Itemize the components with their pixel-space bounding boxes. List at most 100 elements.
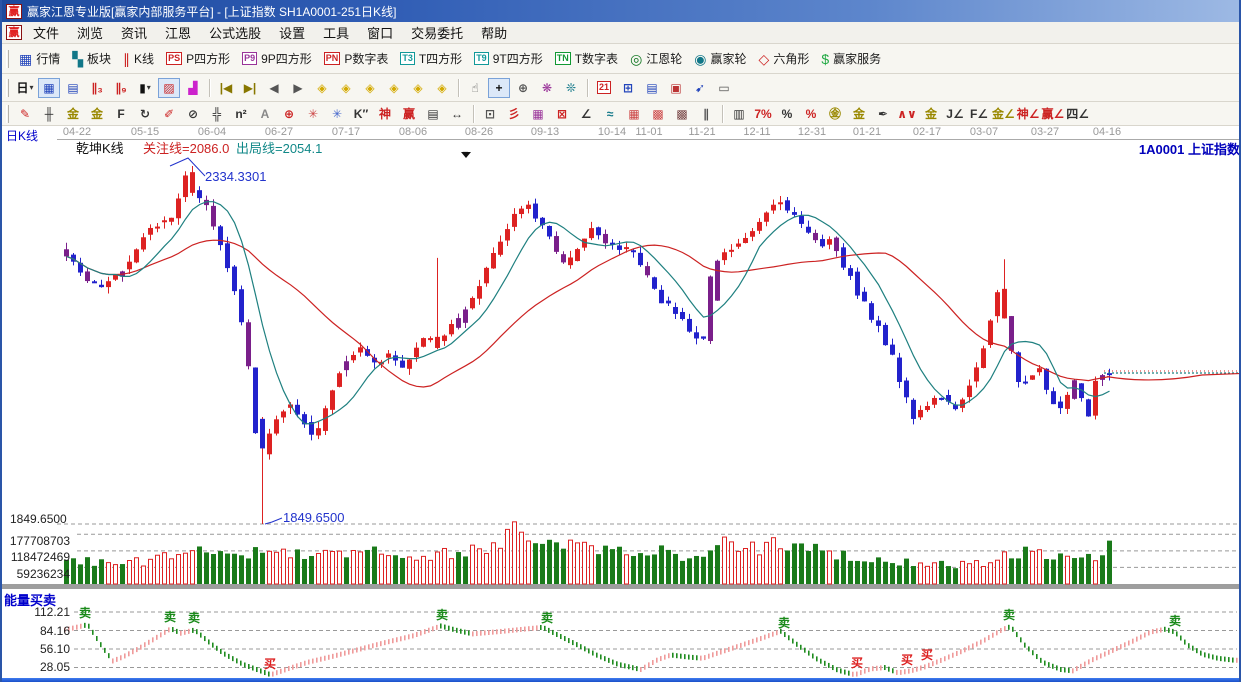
gann-diamond-left-button[interactable]: ◈ [311,78,333,98]
dense-line-tool-button[interactable]: ╬ [206,104,228,124]
gold-under-tool-button[interactable]: 金 [848,104,870,124]
quotes-button[interactable]: ▦ 行情 [13,47,66,71]
menu-formula-picker[interactable]: 公式选股 [200,24,270,43]
print-button[interactable]: ▭ [713,78,735,98]
nav-prev-button[interactable]: ◀ [263,78,285,98]
candle-type-button[interactable]: ▮ ▾ [134,78,156,98]
spiral-tool-button[interactable]: ↻ [134,104,156,124]
nav-next-button[interactable]: ▶ [287,78,309,98]
menu-window-menu[interactable]: 窗口 [358,24,402,43]
gold-line2-tool-button[interactable]: 金 [86,104,108,124]
nav-first-button[interactable]: |◀ [215,78,237,98]
save-button[interactable]: ▣ [665,78,687,98]
four-angle-tool-button[interactable]: 四∠ [1066,104,1089,124]
web-blue-tool-button[interactable]: ✳ [326,104,348,124]
gold-angle-tool-button[interactable]: 金∠ [992,104,1015,124]
av-wave-tool-button[interactable]: ∧∨ [896,104,918,124]
fan-lines-tool-button[interactable]: 彡 [503,104,525,124]
shen-grid-tool-button[interactable]: 神 [374,104,396,124]
ruler-123-tool-button[interactable]: ▤ [422,104,444,124]
f-line-tool-button[interactable]: F [110,104,132,124]
dropdown-arrow-icon[interactable]: ▾ [30,83,34,92]
theme-button[interactable]: ▨ [158,77,180,98]
winner-wheel-button[interactable]: ◉ 赢家轮 [688,47,752,71]
parallel-tool-button[interactable]: ∥ [695,104,717,124]
menu-gann[interactable]: 江恩 [156,24,200,43]
gann-box-tool-button[interactable]: ▦ [527,104,549,124]
gold-mid-tool-button[interactable]: 金 [920,104,942,124]
hand-tool-button[interactable]: ☝ [464,78,486,98]
t-table-button[interactable]: TN T数字表 [549,47,624,71]
menu-file[interactable]: 文件 [24,24,68,43]
calculator-button[interactable]: ⊞ [617,78,639,98]
gann-line-tool-button[interactable]: ╫ [38,104,60,124]
ying-grid-tool-button[interactable]: 赢 [398,104,420,124]
menu-trade[interactable]: 交易委托 [402,24,472,43]
pct-line-tool-button[interactable]: % [800,104,822,124]
width-measure-tool-button[interactable]: ↔ [446,104,468,124]
pen-angle-tool-button[interactable]: ✐ [158,104,180,124]
tick-chart-button[interactable]: ▟ [182,78,204,98]
sectors-button[interactable]: ▚ 板块 [66,47,117,71]
gann-web-teal-button[interactable]: ❊ [560,78,582,98]
report-button[interactable]: ▤ [641,78,663,98]
gann-diamond-right-button[interactable]: ◈ [335,78,357,98]
calendar-button[interactable]: 21 [593,78,615,98]
wave-tool-button[interactable]: ≈ [599,104,621,124]
dropdown-arrow-icon[interactable]: ▾ [147,83,151,92]
box-tool-button[interactable]: ⊡ [479,104,501,124]
box-x-tool-button[interactable]: ⊠ [551,104,573,124]
a-angle-tool-button[interactable]: A [254,104,276,124]
grid-dark-tool-button[interactable]: ▩ [671,104,693,124]
pen-tool-button[interactable]: ✎ [14,104,36,124]
toolbar-grip[interactable] [6,104,9,123]
menu-settings[interactable]: 设置 [270,24,314,43]
f-angle-tool-button[interactable]: F∠ [968,104,990,124]
circle-div-tool-button[interactable]: ⊘ [182,104,204,124]
t-square-button[interactable]: T3 T四方形 [394,47,468,71]
nine-t-square-button[interactable]: T9 9T四方形 [468,47,549,71]
notes-button[interactable]: ▤ [62,78,84,98]
grid-red-tool-button[interactable]: ▦ [623,104,645,124]
shen-angle-tool-button[interactable]: 神∠ [1017,104,1040,124]
chart-dropdown-caret[interactable]: ▼ [461,149,470,159]
gold-line1-tool-button[interactable]: 金 [62,104,84,124]
column-tool-button[interactable]: ▥ [728,104,750,124]
menu-help[interactable]: 帮助 [472,24,516,43]
seven-pct-tool-button[interactable]: 7% [752,104,774,124]
gann-diamond-v-button[interactable]: ◈ [383,78,405,98]
ink-pen-tool-button[interactable]: ✒ [872,104,894,124]
zoom-tool-button[interactable]: ⊕ [512,78,534,98]
title-bar[interactable]: 赢 赢家江恩专业版[赢家内部服务平台] - [上证指数 SH1A0001-251… [2,0,1239,22]
chart-canvas[interactable] [2,126,1241,678]
k-marks-tool-button[interactable]: K″ [350,104,372,124]
gann-diamond-cross-button[interactable]: ◈ [431,78,453,98]
menu-news[interactable]: 资讯 [112,24,156,43]
grid-red2-tool-button[interactable]: ▩ [647,104,669,124]
gann-diamond-star-button[interactable]: ◈ [407,78,429,98]
nav-last-button[interactable]: ▶| [239,78,261,98]
gann-wheel-button[interactable]: ◎ 江恩轮 [624,47,688,71]
chart-panel[interactable]: 日K线 04-22 05-15 06-04 06-27 07-17 08-06 08-26 0… [2,126,1241,678]
winner-service-button[interactable]: $ 赢家服务 [815,47,887,71]
crosshair-tool-button[interactable]: + [488,77,510,98]
toolbar-grip[interactable] [6,78,9,97]
ying-angle-tool-button[interactable]: 赢∠ [1042,104,1065,124]
kline9-button[interactable]: ∥₉ [110,78,132,98]
gann-diamond-h-button[interactable]: ◈ [359,78,381,98]
kline-button[interactable]: ∥ K线 [117,47,160,71]
gann-web-purple-button[interactable]: ❋ [536,78,558,98]
menu-app-icon[interactable]: 赢 [6,25,22,40]
gold-circle-tool-button[interactable]: ㊎ [824,104,846,124]
angle-lines-tool-button[interactable]: ∠ [575,104,597,124]
j-angle-tool-button[interactable]: J∠ [944,104,966,124]
export-button[interactable]: ➹ [689,78,711,98]
p-square-button[interactable]: PS P四方形 [160,47,236,71]
kline3-button[interactable]: ∥₃ [86,78,108,98]
layout-button[interactable]: 日 ▾ [14,78,36,98]
target-tool-button[interactable]: ⊕ [278,104,300,124]
pct-tool-button[interactable]: % [776,104,798,124]
nine-p-square-button[interactable]: P9 9P四方形 [236,47,318,71]
menu-browse[interactable]: 浏览 [68,24,112,43]
hexagon-button[interactable]: ◇ 六角形 [753,47,816,71]
